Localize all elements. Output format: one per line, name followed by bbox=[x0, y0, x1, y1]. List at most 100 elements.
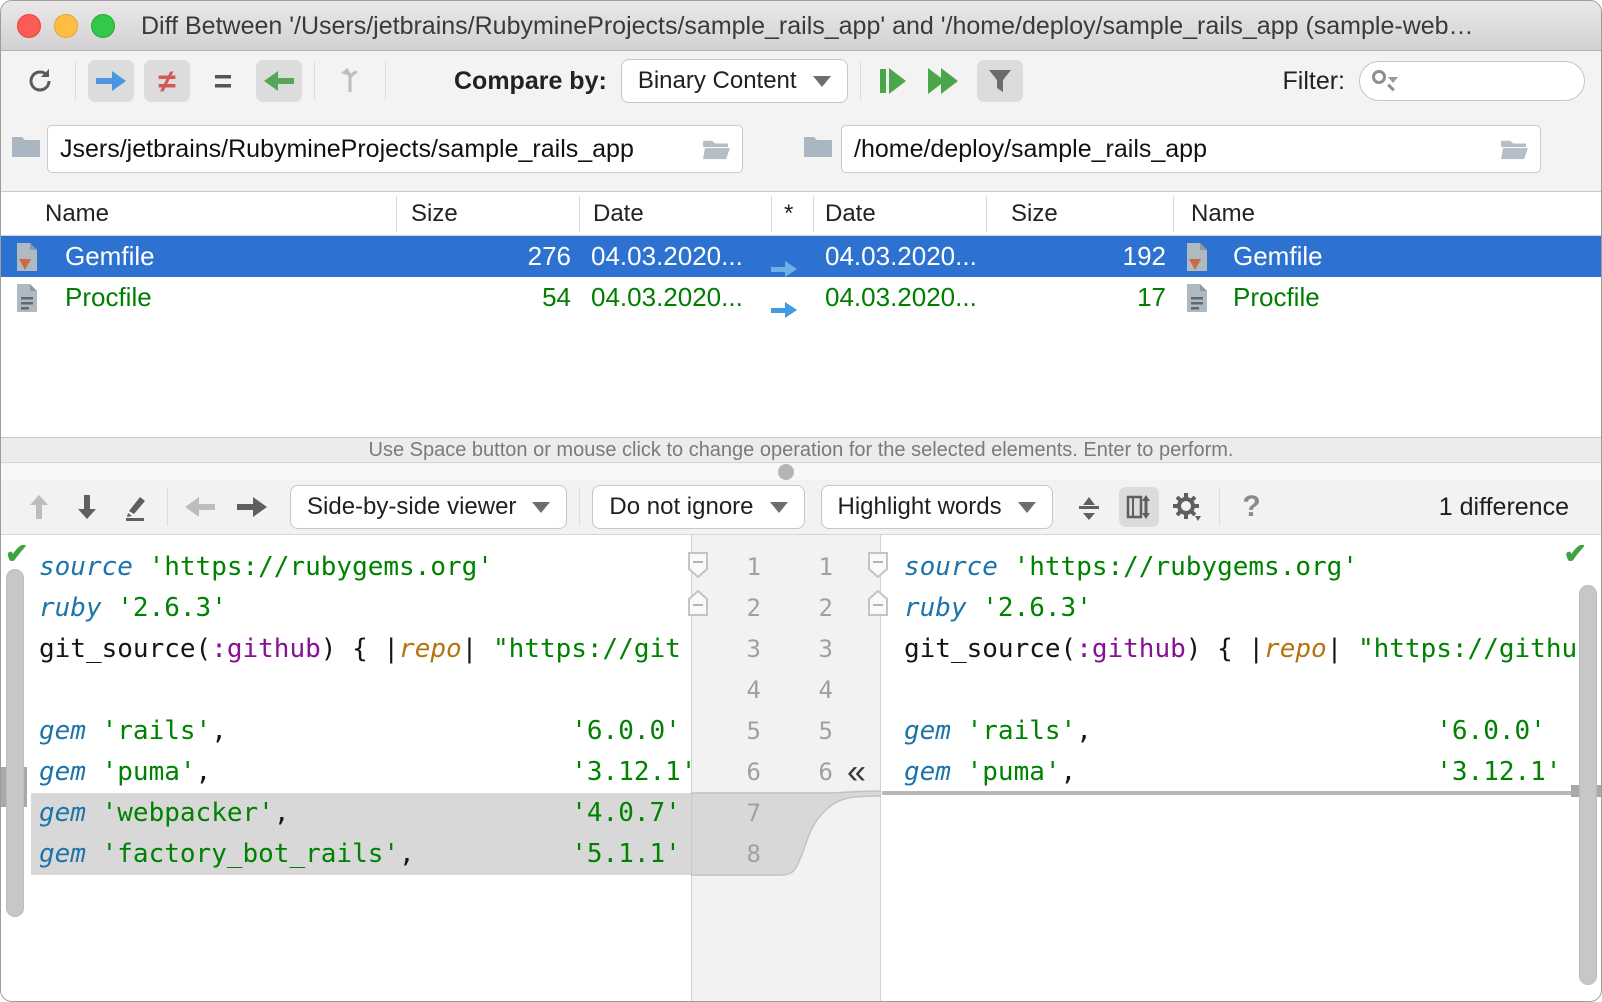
col-header-name-left[interactable]: Name bbox=[45, 192, 109, 236]
file-size-right: 17 bbox=[986, 277, 1166, 318]
file-icon bbox=[1185, 277, 1225, 318]
next-difference-button[interactable] bbox=[67, 487, 107, 527]
operation-arrow-icon[interactable] bbox=[771, 236, 813, 277]
viewer-mode-dropdown[interactable]: Side-by-side viewer bbox=[290, 485, 567, 529]
sync-selected-icon bbox=[880, 69, 886, 93]
left-code-pane[interactable]: source 'https://rubygems.org'ruby '2.6.3… bbox=[31, 547, 691, 875]
diff-viewer: 12345678 123456 « source 'https://rubyge… bbox=[1, 535, 1601, 1001]
left-path-field[interactable]: Jsers/jetbrains/RubymineProjects/sample_… bbox=[47, 125, 743, 173]
splitter-handle-icon[interactable] bbox=[778, 464, 794, 480]
chevron-down-icon bbox=[532, 502, 550, 513]
table-row-procfile[interactable]: Procfile5404.03.2020...04.03.2020...17Pr… bbox=[1, 277, 1601, 318]
file-name-right: Gemfile bbox=[1233, 236, 1573, 277]
synchronize-all-button[interactable] bbox=[919, 60, 967, 102]
highlight-policy-value: Highlight words bbox=[838, 493, 1002, 521]
code-line: gem 'factory_bot_rails', '5.1.1' bbox=[31, 834, 691, 875]
col-header-size-left[interactable]: Size bbox=[411, 192, 458, 236]
file-icon bbox=[15, 236, 55, 277]
refresh-icon bbox=[25, 66, 55, 96]
filter-label: Filter: bbox=[1283, 67, 1346, 96]
line-number: 4 bbox=[691, 670, 761, 711]
minimize-button[interactable] bbox=[54, 14, 78, 38]
previous-file-button[interactable] bbox=[180, 487, 220, 527]
merge-arrow-icon bbox=[336, 66, 364, 96]
merge-button[interactable] bbox=[327, 60, 373, 102]
main-toolbar: ≠ = Compare by: Binary Content bbox=[1, 51, 1601, 111]
file-size-left: 276 bbox=[396, 236, 571, 277]
search-input[interactable] bbox=[1396, 67, 1574, 95]
blue-right-arrow-icon bbox=[96, 71, 126, 91]
col-header-date-left[interactable]: Date bbox=[593, 192, 644, 236]
code-line: gem 'puma', '3.12.1' bbox=[31, 752, 691, 793]
right-code-pane[interactable]: source 'https://rubygems.org'ruby '2.6.3… bbox=[896, 547, 1601, 793]
code-line: gem 'puma', '3.12.1' bbox=[896, 752, 1601, 793]
collapse-unchanged-button[interactable] bbox=[1069, 487, 1109, 527]
splitter[interactable] bbox=[1, 464, 1601, 480]
ignore-policy-value: Do not ignore bbox=[609, 493, 753, 521]
green-left-arrow-icon bbox=[264, 71, 294, 91]
left-path-value: Jsers/jetbrains/RubymineProjects/sample_… bbox=[60, 135, 702, 164]
right-scrollbar[interactable] bbox=[1579, 585, 1597, 985]
table-row-gemfile[interactable]: Gemfile27604.03.2020...04.03.2020...192G… bbox=[1, 236, 1601, 277]
col-header-name-right[interactable]: Name bbox=[1191, 192, 1255, 236]
file-date-right: 04.03.2020... bbox=[825, 236, 1005, 277]
compare-by-dropdown[interactable]: Binary Content bbox=[621, 59, 848, 103]
collapse-unchanged-icon bbox=[1076, 493, 1102, 521]
col-header-size-right[interactable]: Size bbox=[1011, 192, 1058, 236]
show-difference-button[interactable]: ≠ bbox=[144, 60, 190, 102]
zoom-button[interactable] bbox=[91, 14, 115, 38]
left-scrollbar[interactable] bbox=[6, 569, 24, 917]
show-equal-button[interactable]: = bbox=[200, 60, 246, 102]
fold-marker-icon[interactable] bbox=[867, 589, 889, 617]
refresh-button[interactable] bbox=[17, 60, 63, 102]
col-header-date-right[interactable]: Date bbox=[825, 192, 876, 236]
operation-arrow-icon[interactable] bbox=[771, 277, 813, 318]
code-line: gem 'rails', '6.0.0' bbox=[896, 711, 1601, 752]
folder-icon bbox=[11, 133, 41, 159]
line-number: 1 bbox=[763, 547, 833, 588]
highlight-policy-dropdown[interactable]: Highlight words bbox=[821, 485, 1053, 529]
browse-folder-icon[interactable] bbox=[702, 137, 730, 161]
line-number: 5 bbox=[763, 711, 833, 752]
code-line: git_source(:github) { |repo| "https://gi… bbox=[31, 629, 691, 670]
table-body: Gemfile27604.03.2020...04.03.2020...192G… bbox=[1, 236, 1601, 318]
not-equal-icon: ≠ bbox=[158, 65, 176, 97]
settings-button[interactable] bbox=[1167, 487, 1207, 527]
hint-bar: Use Space button or mouse click to chang… bbox=[1, 437, 1601, 463]
separator bbox=[167, 488, 168, 526]
next-file-button[interactable] bbox=[232, 487, 272, 527]
filter-toggle-button[interactable] bbox=[977, 60, 1023, 102]
table-header: Name Size Date * Date Size Name bbox=[1, 192, 1601, 236]
ignore-policy-dropdown[interactable]: Do not ignore bbox=[592, 485, 804, 529]
apply-change-left-chevron[interactable]: « bbox=[847, 753, 866, 791]
code-line: source 'https://rubygems.org' bbox=[31, 547, 691, 588]
separator bbox=[860, 62, 861, 100]
line-number: 3 bbox=[763, 629, 833, 670]
pencil-icon bbox=[121, 493, 149, 521]
chevron-down-icon bbox=[813, 76, 831, 87]
right-line-numbers: 123456 bbox=[763, 547, 833, 793]
title-bar: Diff Between '/Users/jetbrains/RubymineP… bbox=[1, 1, 1601, 51]
previous-difference-button[interactable] bbox=[19, 487, 59, 527]
fold-marker-icon[interactable] bbox=[867, 551, 889, 579]
code-line: ruby '2.6.3' bbox=[896, 588, 1601, 629]
browse-folder-icon[interactable] bbox=[1500, 137, 1528, 161]
filter-search-field[interactable] bbox=[1359, 61, 1585, 101]
line-number: 7 bbox=[691, 793, 761, 834]
right-path-field[interactable]: /home/deploy/sample_rails_app bbox=[841, 125, 1541, 173]
sync-scrolling-button[interactable] bbox=[1119, 487, 1159, 527]
show-new-on-left-button[interactable] bbox=[88, 60, 134, 102]
code-line: source 'https://rubygems.org' bbox=[896, 547, 1601, 588]
file-icon bbox=[1185, 236, 1225, 277]
compare-by-label: Compare by: bbox=[454, 67, 607, 96]
file-date-right: 04.03.2020... bbox=[825, 277, 1005, 318]
show-new-on-right-button[interactable] bbox=[256, 60, 302, 102]
help-button[interactable]: ? bbox=[1232, 487, 1272, 527]
col-header-star[interactable]: * bbox=[784, 192, 793, 236]
code-line: gem 'webpacker', '4.0.7' bbox=[31, 793, 691, 834]
edit-source-button[interactable] bbox=[115, 487, 155, 527]
filter-funnel-icon bbox=[986, 67, 1014, 95]
close-button[interactable] bbox=[17, 14, 41, 38]
synchronize-selected-button[interactable] bbox=[873, 60, 913, 102]
help-icon: ? bbox=[1242, 490, 1260, 524]
